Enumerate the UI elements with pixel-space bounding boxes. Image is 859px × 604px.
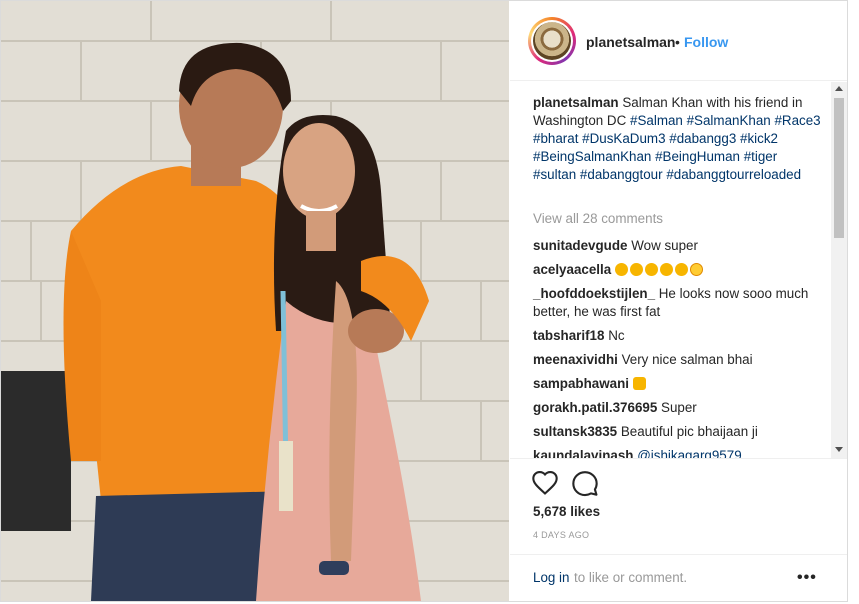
punch-emoji-icon <box>614 263 628 276</box>
post-image <box>1 1 509 601</box>
more-options-icon[interactable]: ••• <box>797 569 817 587</box>
comment-username[interactable]: kaundalavinash <box>533 448 633 458</box>
hashtag[interactable]: #Salman <box>630 113 683 128</box>
hashtag[interactable]: #BeingHuman <box>655 149 740 164</box>
hashtag[interactable]: #bharat <box>533 131 578 146</box>
comments-scrollbar[interactable] <box>831 82 847 458</box>
post-actions: 5,678 likes 4 DAYS AGO Log in to like or… <box>510 458 847 601</box>
comment-username[interactable]: meenaxividhi <box>533 352 618 367</box>
comment-text: Super <box>661 400 697 415</box>
thumbs-up-emoji-icon <box>632 377 646 390</box>
login-footer: Log in to like or comment. ••• <box>510 554 847 602</box>
hashtag[interactable]: #kick2 <box>740 131 778 146</box>
scrollbar-thumb[interactable] <box>834 98 844 238</box>
comment-item: _hoofddoekstijlen_ He looks now sooo muc… <box>533 285 823 321</box>
comment-text: Wow super <box>631 238 698 253</box>
instagram-post: planetsalman • Follow planetsalman Salma… <box>0 0 848 602</box>
comment-item: sunitadevgude Wow super <box>533 237 823 255</box>
punch-emoji-icon <box>659 263 673 276</box>
post-caption: planetsalman Salman Khan with his friend… <box>533 94 823 184</box>
scroll-down-arrow-icon[interactable] <box>835 447 843 452</box>
post-sidebar: planetsalman • Follow planetsalman Salma… <box>510 1 847 601</box>
hashtag[interactable]: #BeingSalmanKhan <box>533 149 651 164</box>
comment-username[interactable]: sultansk3835 <box>533 424 617 439</box>
comment-username[interactable]: _hoofddoekstijlen_ <box>533 286 655 301</box>
comment-username[interactable]: acelyaacella <box>533 262 611 277</box>
hashtag[interactable]: #sultan <box>533 167 576 182</box>
comment-item: tabsharif18 Nc <box>533 327 823 345</box>
comment-text: Beautiful pic bhaijaan ji <box>620 424 758 439</box>
hashtag[interactable]: #DusKaDum3 <box>582 131 665 146</box>
comment-item: meenaxividhi Very nice salman bhai <box>533 351 823 369</box>
post-date: 4 DAYS AGO <box>533 530 590 540</box>
comment-text: Nc <box>608 328 625 343</box>
punch-emoji-icon <box>644 263 658 276</box>
follow-button[interactable]: Follow <box>684 34 728 50</box>
hashtag[interactable]: #dabanggtourreloaded <box>666 167 801 182</box>
comments-panel: planetsalman Salman Khan with his friend… <box>510 82 847 458</box>
hashtag[interactable]: #dabanggtour <box>580 167 663 182</box>
punch-emoji-icon <box>674 263 688 276</box>
heart-icon[interactable] <box>531 469 559 497</box>
comment-text: Very nice salman bhai <box>621 352 753 367</box>
hashtag[interactable]: #dabangg3 <box>669 131 736 146</box>
comment-item: kaundalavinash @ishikagarg9579 <box>533 447 823 458</box>
view-all-comments-link[interactable]: View all 28 comments <box>533 211 663 226</box>
login-link[interactable]: Log in <box>533 570 569 585</box>
hashtag[interactable]: #tiger <box>744 149 778 164</box>
likes-count[interactable]: 5,678 likes <box>533 504 600 519</box>
login-prompt-text: to like or comment. <box>574 570 688 585</box>
hashtag[interactable]: #Race3 <box>774 113 820 128</box>
comment-username[interactable]: tabsharif18 <box>533 328 604 343</box>
post-photo[interactable] <box>1 1 509 601</box>
comment-username[interactable]: sampabhawani <box>533 376 629 391</box>
wink-emoji-icon <box>689 263 703 276</box>
comment-item: gorakh.patil.376695 Super <box>533 399 823 417</box>
post-header: planetsalman • Follow <box>510 1 847 81</box>
comment-item: acelyaacella <box>533 261 823 279</box>
avatar-image <box>533 22 571 60</box>
comment-item: sultansk3835 Beautiful pic bhaijaan ji <box>533 423 823 441</box>
comment-item: sampabhawani <box>533 375 823 393</box>
scroll-up-arrow-icon[interactable] <box>835 86 843 91</box>
header-separator: • <box>675 34 680 50</box>
comment-username[interactable]: gorakh.patil.376695 <box>533 400 657 415</box>
punch-emoji-icon <box>629 263 643 276</box>
comment-bubble-icon[interactable] <box>571 469 599 497</box>
comment-mention[interactable]: @ishikagarg9579 <box>637 448 741 458</box>
caption-username[interactable]: planetsalman <box>533 95 619 110</box>
hashtag[interactable]: #SalmanKhan <box>687 113 771 128</box>
comment-username[interactable]: sunitadevgude <box>533 238 628 253</box>
header-username[interactable]: planetsalman <box>586 34 675 50</box>
avatar[interactable] <box>528 17 576 65</box>
